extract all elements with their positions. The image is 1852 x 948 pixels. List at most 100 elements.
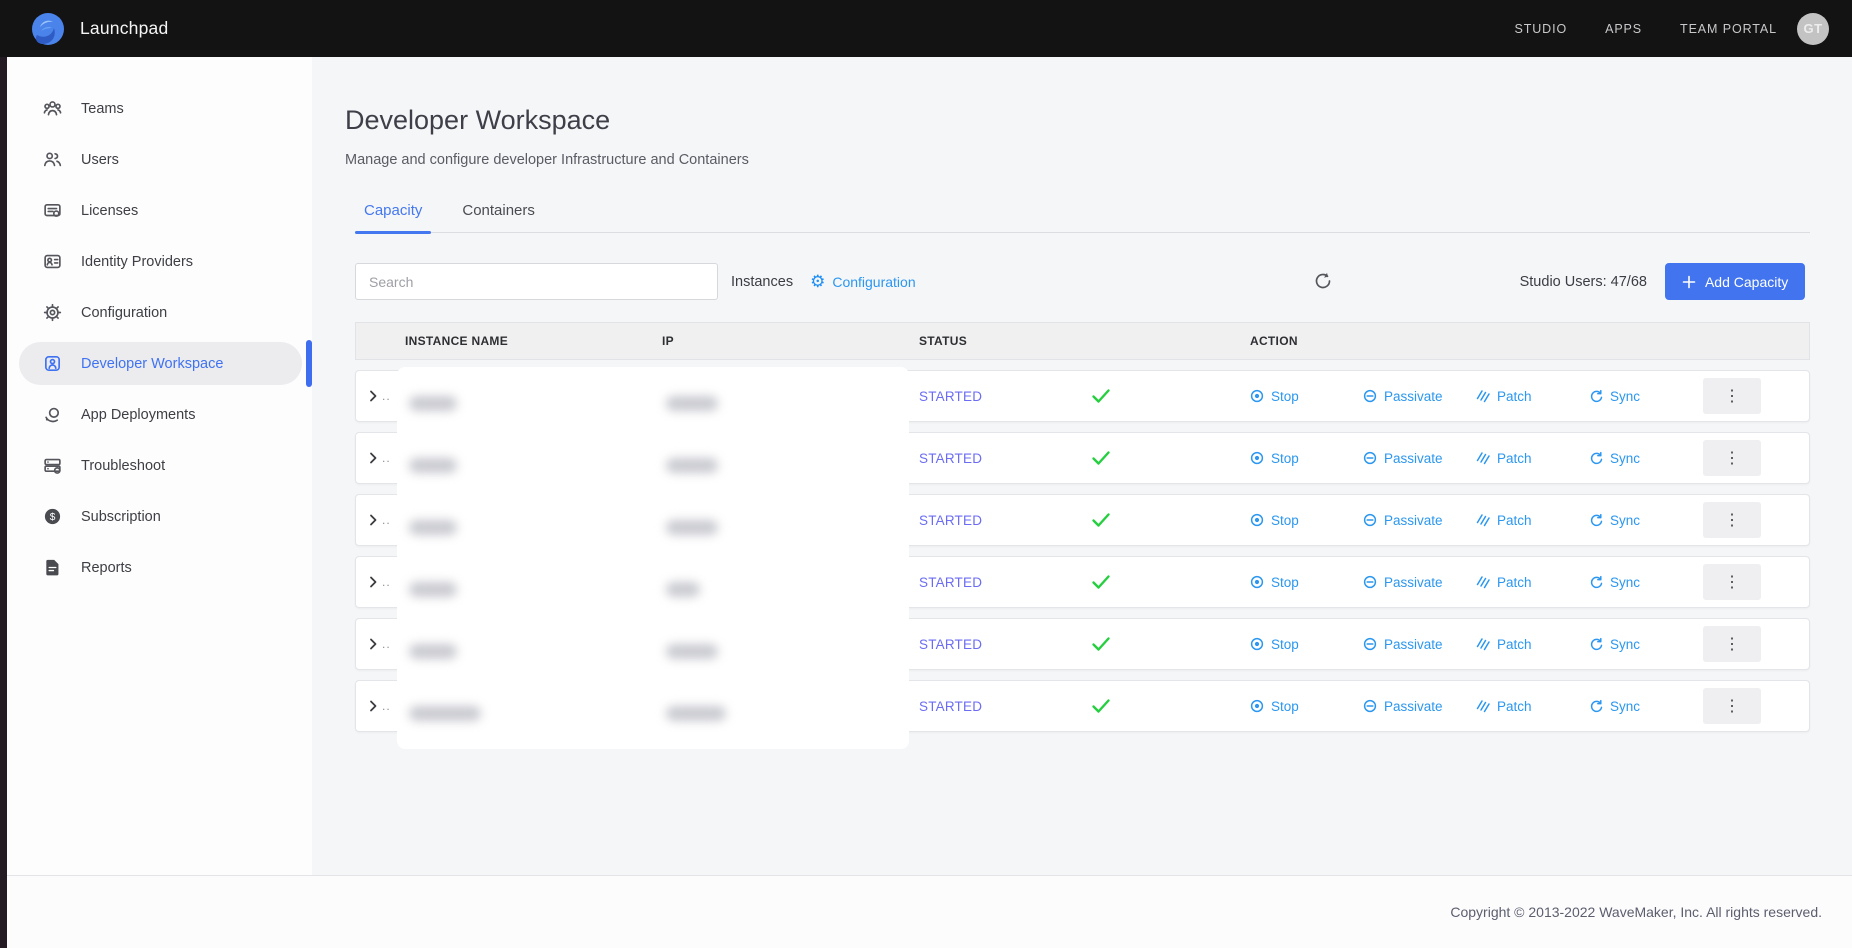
- passivate-action[interactable]: Passivate: [1363, 575, 1476, 590]
- col-action: ACTION: [1250, 334, 1809, 348]
- sync-action[interactable]: Sync: [1589, 637, 1702, 652]
- add-capacity-button[interactable]: Add Capacity: [1665, 263, 1805, 300]
- passivate-action[interactable]: Passivate: [1363, 451, 1476, 466]
- sidebar-item-label: Users: [81, 152, 119, 168]
- toolbar: Instances ⚙ Configuration Studio Users: …: [355, 263, 1810, 300]
- svg-text:$: $: [50, 512, 56, 523]
- sync-action[interactable]: Sync: [1589, 389, 1702, 404]
- more-actions-button[interactable]: ⋮: [1703, 378, 1761, 414]
- configuration-icon: [43, 303, 62, 322]
- sidebar-item-label: Identity Providers: [81, 254, 193, 270]
- expand-row-icon[interactable]: [367, 638, 379, 650]
- expand-row-icon[interactable]: [367, 700, 379, 712]
- health-check-icon: [1091, 636, 1111, 652]
- sidebar-item-label: Reports: [81, 560, 132, 576]
- kebab-icon: ⋮: [1724, 388, 1740, 405]
- tab-containers[interactable]: Containers: [453, 196, 544, 232]
- troubleshoot-icon: [43, 456, 62, 475]
- patch-action[interactable]: Patch: [1476, 513, 1589, 528]
- kebab-icon: ⋮: [1724, 450, 1740, 467]
- app-title: Launchpad: [80, 18, 168, 39]
- redacted-name-prefix: ..: [382, 389, 391, 403]
- sidebar-item-teams[interactable]: Teams: [7, 83, 312, 134]
- patch-action[interactable]: Patch: [1476, 699, 1589, 714]
- configuration-link[interactable]: ⚙ Configuration: [810, 273, 916, 290]
- status-badge: STARTED: [919, 637, 982, 652]
- sidebar-item-app-deployments[interactable]: App Deployments: [7, 389, 312, 440]
- instances-label: Instances: [731, 274, 793, 290]
- more-actions-button[interactable]: ⋮: [1703, 688, 1761, 724]
- expand-row-icon[interactable]: [367, 576, 379, 588]
- col-ip: IP: [662, 334, 919, 348]
- sidebar-item-configuration[interactable]: Configuration: [7, 287, 312, 338]
- sync-action[interactable]: Sync: [1589, 451, 1702, 466]
- status-badge: STARTED: [919, 513, 982, 528]
- expand-row-icon[interactable]: [367, 514, 379, 526]
- main-content: Developer Workspace Manage and configure…: [312, 57, 1852, 875]
- passivate-action[interactable]: Passivate: [1363, 637, 1476, 652]
- passivate-action[interactable]: Passivate: [1363, 389, 1476, 404]
- redacted-name-prefix: ..: [382, 699, 391, 713]
- stop-action[interactable]: Stop: [1250, 575, 1363, 590]
- sidebar-item-users[interactable]: Users: [7, 134, 312, 185]
- licenses-icon: [43, 201, 62, 220]
- table-header: INSTANCE NAME IP STATUS ACTION: [355, 322, 1810, 360]
- stop-action[interactable]: Stop: [1250, 389, 1363, 404]
- sidebar-item-troubleshoot[interactable]: Troubleshoot: [7, 440, 312, 491]
- tab-capacity[interactable]: Capacity: [355, 196, 431, 232]
- page-subtitle: Manage and configure developer Infrastru…: [345, 152, 1810, 168]
- expand-row-icon[interactable]: [367, 390, 379, 402]
- col-instance-name: INSTANCE NAME: [396, 334, 662, 348]
- redaction-blur-overlay: [397, 367, 909, 749]
- more-actions-button[interactable]: ⋮: [1703, 564, 1761, 600]
- sidebar-item-reports[interactable]: Reports: [7, 542, 312, 593]
- app-deployments-icon: [43, 405, 62, 424]
- health-check-icon: [1091, 698, 1111, 714]
- stop-action[interactable]: Stop: [1250, 513, 1363, 528]
- sidebar-item-label: App Deployments: [81, 407, 195, 423]
- kebab-icon: ⋮: [1724, 512, 1740, 529]
- stop-action[interactable]: Stop: [1250, 637, 1363, 652]
- nav-studio[interactable]: STUDIO: [1514, 22, 1567, 36]
- wavemaker-logo-icon: [30, 11, 66, 47]
- status-badge: STARTED: [919, 389, 982, 404]
- sync-action[interactable]: Sync: [1589, 699, 1702, 714]
- patch-action[interactable]: Patch: [1476, 451, 1589, 466]
- refresh-button[interactable]: [1312, 271, 1334, 293]
- sidebar-item-label: Licenses: [81, 203, 138, 219]
- health-check-icon: [1091, 450, 1111, 466]
- expand-row-icon[interactable]: [367, 452, 379, 464]
- plus-icon: [1682, 275, 1696, 289]
- stop-action[interactable]: Stop: [1250, 699, 1363, 714]
- sidebar-item-licenses[interactable]: Licenses: [7, 185, 312, 236]
- sidebar-item-identity-providers[interactable]: Identity Providers: [7, 236, 312, 287]
- more-actions-button[interactable]: ⋮: [1703, 502, 1761, 538]
- identity-providers-icon: [43, 252, 62, 271]
- refresh-icon: [1313, 271, 1333, 291]
- sidebar-item-developer-workspace[interactable]: Developer Workspace: [7, 338, 312, 389]
- stop-action[interactable]: Stop: [1250, 451, 1363, 466]
- nav-team-portal[interactable]: TEAM PORTAL: [1680, 22, 1777, 36]
- instances-table: INSTANCE NAME IP STATUS ACTION .. STARTE…: [355, 322, 1810, 732]
- more-actions-button[interactable]: ⋮: [1703, 440, 1761, 476]
- sync-action[interactable]: Sync: [1589, 513, 1702, 528]
- passivate-action[interactable]: Passivate: [1363, 513, 1476, 528]
- user-avatar[interactable]: GT: [1797, 13, 1829, 45]
- patch-action[interactable]: Patch: [1476, 637, 1589, 652]
- patch-action[interactable]: Patch: [1476, 575, 1589, 590]
- subscription-icon: $: [43, 507, 62, 526]
- nav-apps[interactable]: APPS: [1605, 22, 1642, 36]
- sidebar-item-subscription[interactable]: $ Subscription: [7, 491, 312, 542]
- status-badge: STARTED: [919, 699, 982, 714]
- top-nav: STUDIO APPS TEAM PORTAL GT: [1476, 13, 1829, 45]
- patch-action[interactable]: Patch: [1476, 389, 1589, 404]
- redacted-name-prefix: ..: [382, 513, 391, 527]
- more-actions-button[interactable]: ⋮: [1703, 626, 1761, 662]
- health-check-icon: [1091, 574, 1111, 590]
- studio-users-count: Studio Users: 47/68: [1520, 274, 1647, 290]
- search-input[interactable]: [355, 263, 718, 300]
- sidebar-item-label: Configuration: [81, 305, 167, 321]
- redacted-name-prefix: ..: [382, 451, 391, 465]
- sync-action[interactable]: Sync: [1589, 575, 1702, 590]
- passivate-action[interactable]: Passivate: [1363, 699, 1476, 714]
